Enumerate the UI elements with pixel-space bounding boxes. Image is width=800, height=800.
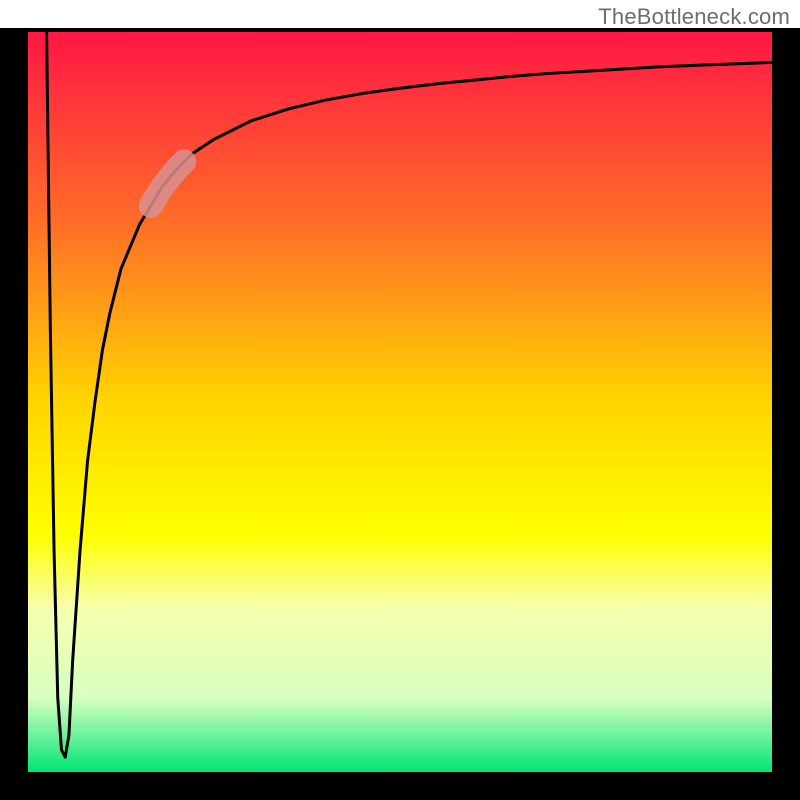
chart-plot-area — [28, 32, 772, 772]
chart-root: TheBottleneck.com — [0, 0, 800, 800]
bottleneck-chart — [0, 0, 800, 800]
